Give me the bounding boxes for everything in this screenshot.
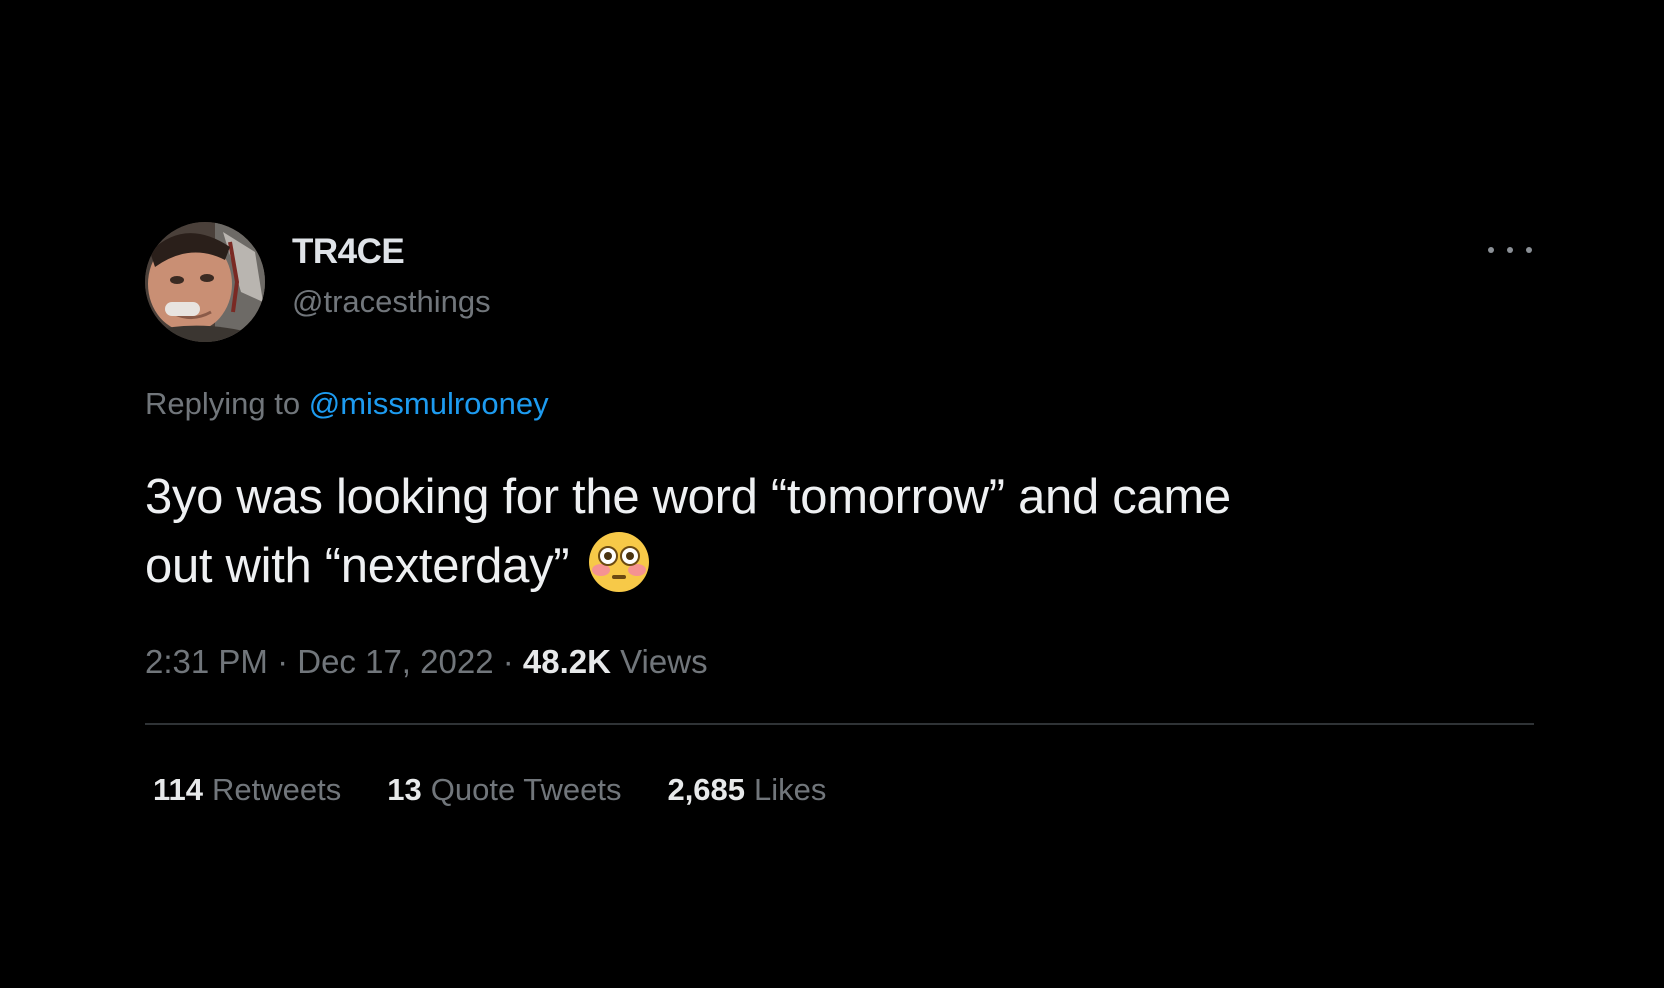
replying-to-line: Replying to @missmulrooney (145, 386, 549, 422)
tweet-meta: 2:31 PM · Dec 17, 2022 · 48.2K Views (145, 642, 708, 682)
tweet-stats: 114 Retweets 13 Quote Tweets 2,685 Likes (153, 772, 872, 808)
likes-label: Likes (754, 772, 827, 807)
retweets-label: Retweets (212, 772, 342, 807)
more-dot (1526, 247, 1532, 253)
quote-tweets-label: Quote Tweets (430, 772, 622, 807)
tweet-date[interactable]: Dec 17, 2022 (297, 643, 493, 680)
quote-tweets-count: 13 (387, 772, 422, 807)
tweet-text-line-2: out with “nexterday” (145, 539, 570, 593)
flushed-face-emoji (587, 530, 651, 611)
avatar-photo (145, 222, 265, 342)
reply-mention-link[interactable]: @missmulrooney (309, 386, 549, 421)
tweet-text-line-2-wrapper: out with “nexterday” (145, 530, 1565, 611)
replying-to-label: Replying to (145, 386, 301, 421)
views-count: 48.2K (522, 643, 611, 680)
tweet-text: 3yo was looking for the word “tomorrow” … (145, 464, 1565, 611)
views-label: Views (620, 643, 708, 680)
meta-separator: · (502, 643, 514, 680)
tweet-text-line-1: 3yo was looking for the word “tomorrow” … (145, 470, 1231, 524)
more-horizontal-icon[interactable] (1488, 240, 1532, 260)
retweets-count: 114 (153, 772, 204, 807)
likes-count: 2,685 (667, 772, 746, 807)
divider (145, 723, 1534, 725)
more-dot (1488, 247, 1494, 253)
likes-stat[interactable]: 2,685 Likes (667, 772, 826, 808)
author-handle[interactable]: @tracesthings (292, 284, 491, 320)
tweet-card: TR4CE @tracesthings Replying to @missmul… (0, 0, 1664, 988)
retweets-stat[interactable]: 114 Retweets (153, 772, 341, 808)
meta-separator: · (277, 643, 289, 680)
avatar[interactable] (145, 222, 265, 342)
author-display-name[interactable]: TR4CE (292, 232, 405, 272)
quote-tweets-stat[interactable]: 13 Quote Tweets (387, 772, 621, 808)
more-dot (1507, 247, 1513, 253)
tweet-time[interactable]: 2:31 PM (145, 643, 268, 680)
